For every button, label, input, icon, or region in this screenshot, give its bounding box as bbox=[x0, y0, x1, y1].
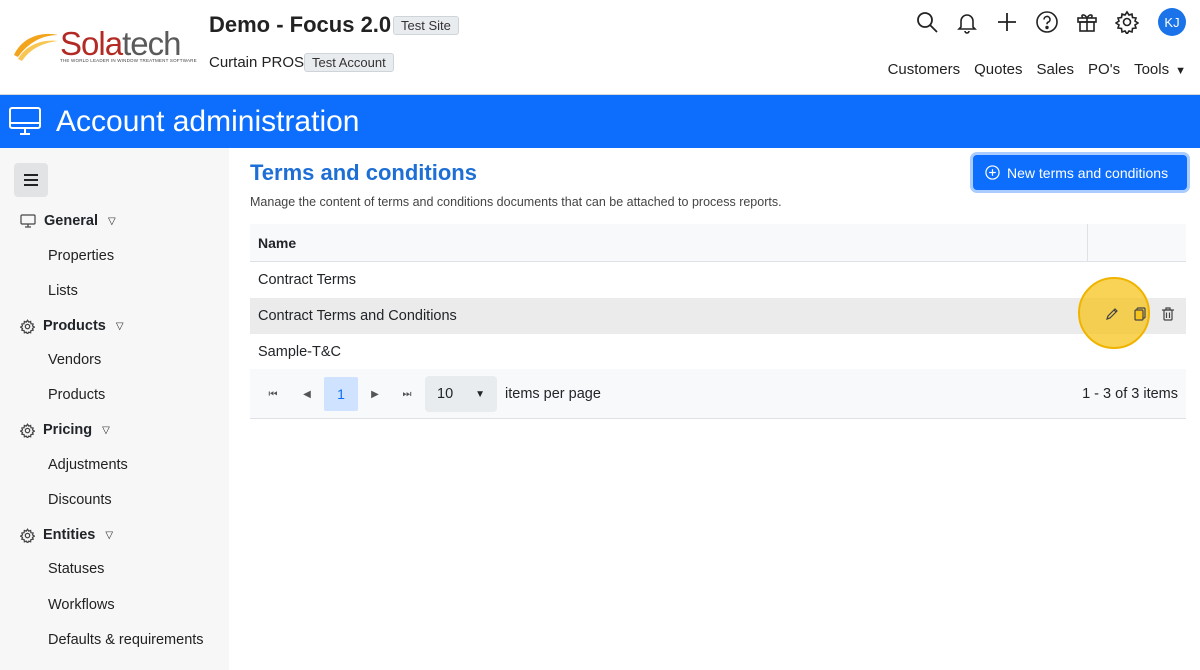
sidebar-item-defaults-requirements[interactable]: Defaults & requirements bbox=[48, 632, 204, 648]
plus-circle-icon bbox=[985, 165, 1000, 180]
plus-icon[interactable] bbox=[993, 8, 1021, 36]
gear-icon bbox=[20, 527, 35, 543]
new-terms-button-label: New terms and conditions bbox=[1007, 164, 1169, 181]
table-row[interactable]: Contract Terms bbox=[250, 262, 1186, 298]
sidebar-item-discounts[interactable]: Discounts bbox=[48, 492, 112, 508]
monitor-icon bbox=[9, 107, 41, 135]
search-icon[interactable] bbox=[913, 8, 941, 36]
triangle-down-icon: ▽ bbox=[115, 320, 124, 332]
top-header: Solatech THE WORLD LEADER IN WINDOW TREA… bbox=[0, 0, 1200, 95]
sidebar-group-label: Entities bbox=[43, 527, 96, 543]
account-badge: Test Account bbox=[304, 53, 394, 72]
sidebar-group-general[interactable]: General ▽ bbox=[20, 213, 116, 229]
edit-pencil-icon[interactable] bbox=[1104, 306, 1120, 327]
main-nav: Customers Quotes Sales PO's Tools ▼ bbox=[888, 61, 1186, 78]
section-title: Terms and conditions bbox=[250, 160, 477, 185]
sidebar-item-statuses[interactable]: Statuses bbox=[48, 561, 104, 577]
table-row[interactable]: Sample-T&C bbox=[250, 334, 1186, 370]
sidebar-item-adjustments[interactable]: Adjustments bbox=[48, 457, 128, 473]
page-number-current[interactable]: 1 bbox=[324, 377, 358, 411]
sidebar-group-label: Products bbox=[43, 318, 106, 334]
settings-gear-icon[interactable] bbox=[1113, 8, 1141, 36]
nav-tools[interactable]: Tools ▼ bbox=[1134, 61, 1186, 78]
gear-icon bbox=[20, 318, 35, 334]
sidebar-group-products[interactable]: Products ▽ bbox=[20, 318, 124, 334]
row-name: Contract Terms bbox=[258, 272, 357, 288]
solatech-logo[interactable]: Solatech THE WORLD LEADER IN WINDOW TREA… bbox=[12, 25, 197, 67]
column-header-name[interactable]: Name bbox=[258, 235, 296, 251]
row-name: Sample-T&C bbox=[258, 344, 341, 360]
first-page-icon[interactable]: ⏮ bbox=[258, 377, 288, 411]
nav-customers[interactable]: Customers bbox=[888, 61, 961, 78]
page-title: Account administration bbox=[56, 105, 360, 138]
row-name: Contract Terms and Conditions bbox=[258, 308, 457, 324]
pagination-info: 1 - 3 of 3 items bbox=[1082, 386, 1178, 402]
sidebar-group-label: Pricing bbox=[43, 422, 93, 438]
caret-down-icon: ▼ bbox=[475, 388, 485, 400]
sidebar-item-properties[interactable]: Properties bbox=[48, 248, 114, 264]
prev-page-icon[interactable]: ◀ bbox=[292, 377, 322, 411]
hamburger-icon bbox=[24, 174, 38, 186]
sidebar-group-pricing[interactable]: Pricing ▽ bbox=[20, 422, 110, 438]
new-terms-button[interactable]: New terms and conditions bbox=[973, 155, 1187, 190]
page-banner: Account administration bbox=[0, 95, 1200, 148]
table-row[interactable]: Contract Terms and Conditions bbox=[250, 298, 1186, 334]
gear-icon bbox=[20, 422, 35, 438]
triangle-down-icon: ▽ bbox=[108, 215, 116, 227]
table-header: Name bbox=[250, 224, 1186, 262]
last-page-icon[interactable]: ⏭ bbox=[392, 377, 422, 411]
account-name: Curtain PROS bbox=[209, 54, 305, 71]
column-divider bbox=[1087, 224, 1088, 262]
header-icon-bar: KJ bbox=[913, 8, 1186, 36]
terms-table: Name Contract Terms Contract Terms and C… bbox=[250, 224, 1186, 370]
nav-sales[interactable]: Sales bbox=[1037, 61, 1075, 78]
monitor-icon bbox=[20, 214, 36, 228]
items-per-page-label: items per page bbox=[505, 386, 601, 402]
sidebar: General ▽ Properties Lists Products ▽ Vend… bbox=[0, 148, 229, 670]
logo-tagline: THE WORLD LEADER IN WINDOW TREATMENT SOF… bbox=[60, 58, 197, 63]
pagination-bar: ⏮ ◀ 1 ▶ ⏭ 10 ▼ items per page 1 - 3 of 3… bbox=[250, 369, 1186, 419]
help-icon[interactable] bbox=[1033, 8, 1061, 36]
bell-icon[interactable] bbox=[953, 8, 981, 36]
sidebar-toggle-button[interactable] bbox=[14, 163, 48, 197]
trash-icon[interactable] bbox=[1160, 306, 1176, 327]
row-actions bbox=[1104, 306, 1176, 327]
copy-icon[interactable] bbox=[1132, 306, 1148, 327]
sidebar-item-products[interactable]: Products bbox=[48, 387, 105, 403]
sidebar-item-lists[interactable]: Lists bbox=[48, 283, 78, 299]
site-title: Demo - Focus 2.0 bbox=[209, 12, 392, 37]
sidebar-item-vendors[interactable]: Vendors bbox=[48, 352, 101, 368]
nav-quotes[interactable]: Quotes bbox=[974, 61, 1022, 78]
site-badge: Test Site bbox=[393, 16, 459, 35]
page-size-select[interactable]: 10 ▼ bbox=[425, 376, 497, 412]
section-description: Manage the content of terms and conditio… bbox=[250, 195, 782, 209]
sidebar-group-entities[interactable]: Entities ▽ bbox=[20, 527, 113, 543]
nav-tools-label: Tools bbox=[1134, 61, 1170, 78]
user-avatar[interactable]: KJ bbox=[1158, 8, 1186, 36]
page-size-value: 10 bbox=[437, 386, 454, 402]
next-page-icon[interactable]: ▶ bbox=[360, 377, 390, 411]
sidebar-group-label: General bbox=[44, 213, 98, 229]
sidebar-item-workflows[interactable]: Workflows bbox=[48, 597, 115, 613]
caret-down-icon: ▼ bbox=[1175, 65, 1186, 77]
nav-pos[interactable]: PO's bbox=[1088, 61, 1120, 78]
logo-swoosh-icon bbox=[14, 33, 58, 61]
triangle-down-icon: ▽ bbox=[105, 529, 114, 541]
gift-icon[interactable] bbox=[1073, 8, 1101, 36]
triangle-down-icon: ▽ bbox=[102, 424, 110, 436]
